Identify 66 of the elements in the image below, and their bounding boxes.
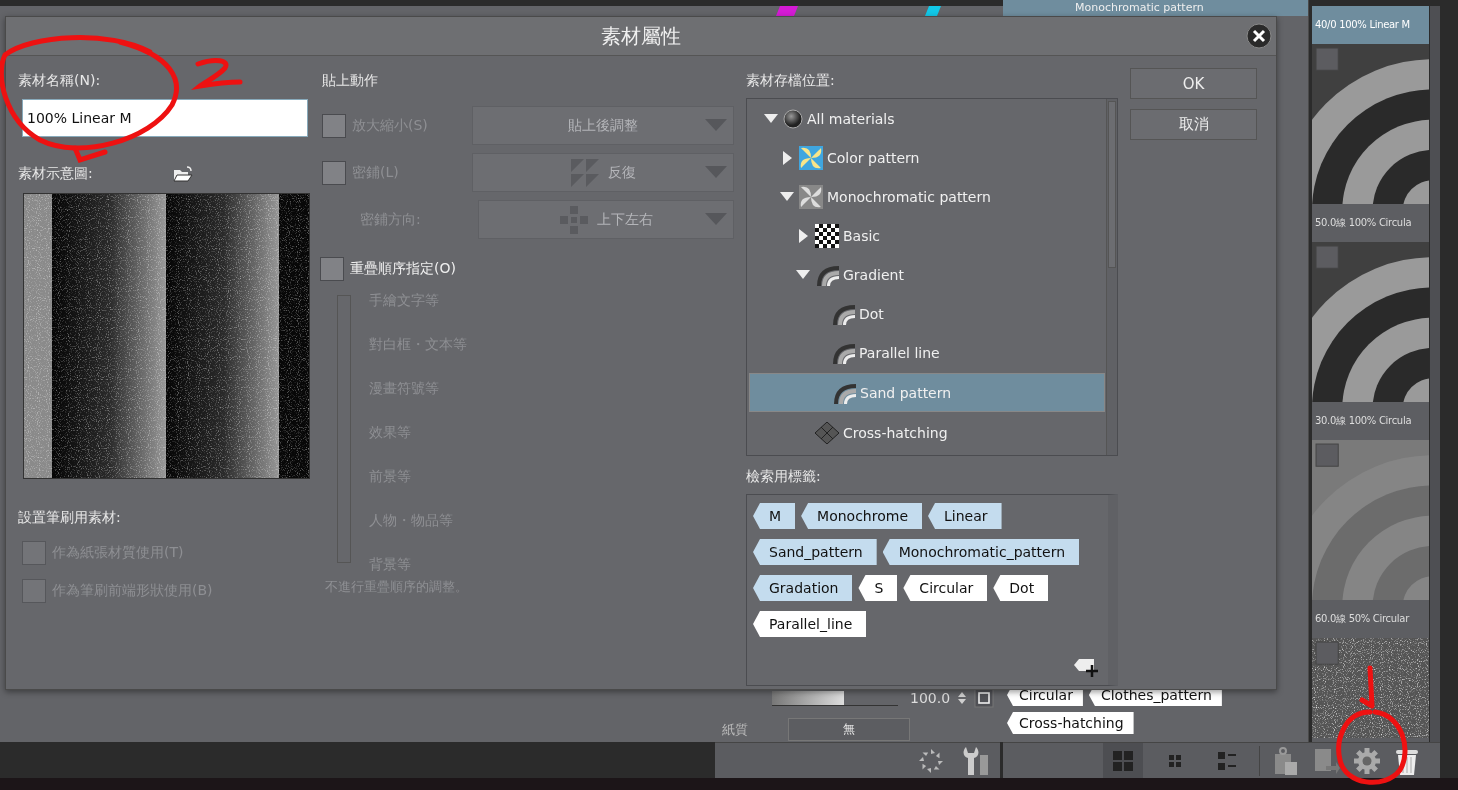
tag[interactable]: Dot: [993, 575, 1049, 601]
tree-item[interactable]: Parallel line: [749, 334, 1105, 371]
name-field[interactable]: 100% Linear M: [22, 99, 308, 137]
scrollbar[interactable]: [1430, 6, 1440, 742]
section-label: 檢索用標籤:: [746, 468, 821, 486]
square-icon[interactable]: [974, 688, 995, 708]
sphere-icon: [783, 108, 803, 129]
large-grid-view-button[interactable]: [1103, 742, 1143, 779]
tag[interactable]: M: [753, 503, 796, 529]
folder-header[interactable]: Monochromatic pattern: [1003, 0, 1308, 16]
arc-icon: [831, 302, 855, 325]
arc-icon: [831, 341, 855, 364]
tree-item[interactable]: Color pattern: [749, 139, 1105, 176]
hand-drawn-arrow: [1359, 665, 1375, 709]
tree-item[interactable]: Cross-hatching: [749, 414, 1105, 451]
slider-track[interactable]: [772, 690, 898, 706]
crosshatch-icon: [815, 421, 839, 444]
add-tag-icon[interactable]: [1074, 657, 1100, 679]
folder-icon[interactable]: [172, 166, 193, 182]
arc-icon: [832, 381, 856, 404]
spin-arrows-icon[interactable]: [958, 691, 967, 705]
section-label: 設置筆刷用素材:: [18, 509, 121, 527]
tree-item[interactable]: All materials: [749, 100, 1105, 137]
collapse-arrow-icon[interactable]: [798, 228, 808, 243]
settings-icon[interactable]: [1352, 745, 1382, 776]
tag[interactable]: Monochrome: [801, 503, 922, 529]
thumbnail-caption[interactable]: 30.0線 100% Circula: [1312, 402, 1429, 440]
large-grid-icon: [1111, 748, 1135, 773]
thumbnail-caption[interactable]: 50.0線 100% Circula: [1312, 204, 1429, 242]
tree-item[interactable]: Dot: [749, 295, 1105, 332]
expand-arrow-icon[interactable]: [764, 114, 778, 123]
expand-arrow-icon[interactable]: [796, 270, 810, 279]
tree-item[interactable]: Sand pattern: [749, 373, 1105, 412]
tree-item[interactable]: Gradient: [749, 256, 1105, 293]
checkbox-label: 重疊順序指定(O): [350, 260, 456, 278]
dialog-button[interactable]: 取消: [1130, 109, 1257, 140]
petal-icon: [799, 145, 823, 170]
slider-reading: 100.0: [910, 690, 951, 706]
thumbnail-caption[interactable]: 60.0線 50% Circular: [1312, 600, 1429, 638]
tag[interactable]: Linear: [928, 503, 1002, 529]
section-label: 貼上動作: [322, 72, 378, 90]
section-label: 素材存檔位置:: [746, 72, 835, 90]
tag[interactable]: Circular: [903, 575, 988, 601]
collapse-arrow-icon[interactable]: [782, 150, 792, 165]
tag[interactable]: Sand_pattern: [753, 539, 877, 565]
arc-icon: [815, 263, 839, 286]
tag[interactable]: Monochromatic_pattern: [882, 539, 1080, 565]
expand-arrow-icon[interactable]: [780, 192, 794, 201]
field-label: 素材名稱(N):: [18, 72, 101, 90]
close-icon[interactable]: [1246, 23, 1272, 49]
dialog-button[interactable]: OK: [1130, 68, 1257, 99]
thumbnail-label: 素材示意圖:: [18, 165, 93, 183]
tag[interactable]: Cross-hatching: [1007, 712, 1134, 734]
petal-icon: [799, 184, 823, 209]
clipboard-icon[interactable]: [1272, 745, 1300, 776]
scrollbar-thumb[interactable]: [1108, 101, 1116, 268]
tag[interactable]: Parallel_line: [753, 611, 867, 637]
thumbnail-caption[interactable]: 40/0 100% Linear M: [1312, 6, 1429, 44]
tag[interactable]: S: [858, 575, 898, 601]
paper-field[interactable]: 無: [788, 718, 910, 741]
tree-item[interactable]: Monochromatic pattern: [749, 178, 1105, 215]
tree-item[interactable]: Basic: [749, 217, 1105, 254]
paper-label: 紙質: [722, 720, 748, 739]
checkerboard-icon: [815, 223, 839, 248]
window-title: 素材屬性: [601, 22, 681, 50]
tag[interactable]: Gradation: [753, 575, 853, 601]
